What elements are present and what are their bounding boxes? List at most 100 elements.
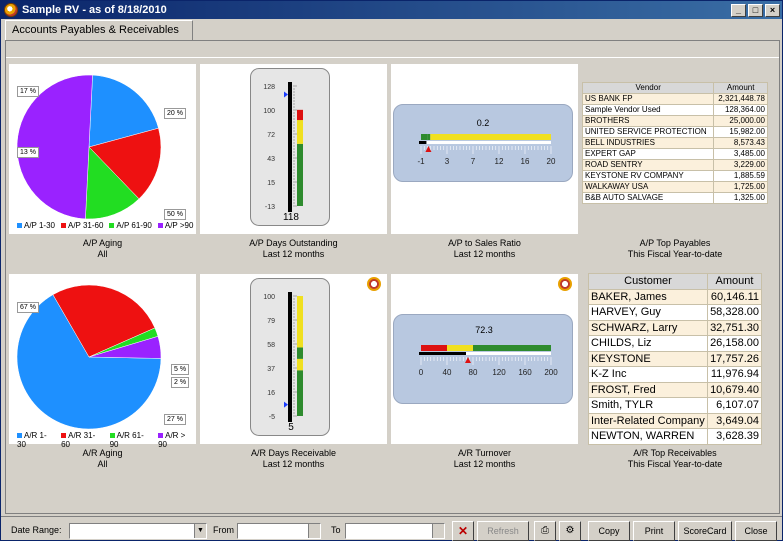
- ap-legend-1: A/P 1-30: [17, 221, 55, 230]
- drilldown-icon[interactable]: [367, 277, 381, 291]
- calendar-icon[interactable]: [308, 524, 320, 538]
- ar-days-card[interactable]: 100 79 58 37 16 -5 5: [200, 274, 387, 444]
- minimize-button[interactable]: _: [731, 3, 746, 17]
- scorecard-button[interactable]: ScoreCard: [678, 521, 732, 541]
- name-cell: CHILDS, Liz: [588, 335, 708, 352]
- name-cell: Sample Vendor Used: [581, 104, 715, 116]
- ap-ratio-value: 0.2: [476, 118, 490, 128]
- table-row[interactable]: ROAD SENTRY 3,229.00: [581, 159, 768, 171]
- calendar-icon[interactable]: [432, 524, 444, 538]
- column-header[interactable]: Amount: [706, 273, 763, 290]
- ar-days-caption: A/R Days Receivable Last 12 months: [250, 448, 337, 469]
- gauge-tick-label-2: 72: [267, 132, 275, 139]
- title-bar[interactable]: Sample RV - as of 8/18/2010 _ □ ×: [1, 1, 782, 19]
- ap-legend-3: A/P 61-90: [109, 221, 152, 230]
- chevron-down-icon[interactable]: ▼: [194, 524, 206, 538]
- amount-cell: 1,885.59: [713, 170, 768, 182]
- date-range-select[interactable]: ▼: [69, 523, 207, 539]
- table-row[interactable]: B&B AUTO SALVAGE 1,325.00: [581, 192, 768, 204]
- ap-label-31-60: 17 %: [17, 86, 39, 97]
- hgauge-track: [421, 141, 551, 144]
- ar-top-receivables-table[interactable]: Customer Amount BAKER, James 60,146.11 HARVE…: [588, 273, 763, 445]
- hgauge-tick-label-4: 160: [518, 368, 532, 377]
- hgauge-tick-label-3: 120: [492, 368, 506, 377]
- ar-legend-3: A/R 61-90: [109, 431, 144, 449]
- name-cell: KEYSTONE RV COMPANY: [581, 170, 715, 182]
- gauge-tick-label-5: -13: [265, 204, 275, 211]
- table-row[interactable]: K-Z Inc 11,976.94: [588, 366, 763, 383]
- ap-legend-2: A/P 31-60: [60, 221, 103, 230]
- table-row[interactable]: BELL INDUSTRIES 8,573.43: [581, 137, 768, 149]
- to-date-field[interactable]: [345, 523, 445, 539]
- settings-icon[interactable]: ⚙: [559, 521, 581, 541]
- ap-days-value: 118: [283, 212, 299, 223]
- ar-days-gauge: 100 79 58 37 16 -5: [263, 292, 303, 422]
- hgauge-band-0: [421, 134, 428, 140]
- table-row[interactable]: US BANK FP 2,321,448.78: [581, 93, 768, 105]
- print-button[interactable]: Print: [633, 521, 675, 541]
- hgauge-tick-label-5: 200: [544, 368, 558, 377]
- ap-days-card[interactable]: 128 100 72 43 15 -13 118: [200, 64, 387, 234]
- amount-cell: 11,976.94: [706, 366, 763, 383]
- app-logo-icon: [4, 3, 18, 17]
- amount-cell: 3,229.00: [713, 159, 768, 171]
- table-row[interactable]: Inter-Related Company 3,649.04: [588, 412, 763, 429]
- copy-button[interactable]: Copy: [588, 521, 630, 541]
- table-row[interactable]: KEYSTONE RV COMPANY 1,885.59: [581, 170, 768, 182]
- table-row[interactable]: CHILDS, Liz 26,158.00: [588, 335, 763, 352]
- ap-ratio-caption: A/P to Sales Ratio Last 12 months: [448, 238, 521, 259]
- hgauge-tick-label-4: 16: [521, 157, 530, 166]
- ap-top-payables-table[interactable]: Vendor Amount US BANK FP 2,321,448.78 Sample…: [581, 82, 768, 204]
- ap-aging-caption: A/P Aging All: [82, 238, 123, 259]
- name-cell: ROAD SENTRY: [581, 159, 715, 171]
- close-window-button[interactable]: ×: [765, 3, 780, 17]
- table-row[interactable]: UNITED SERVICE PROTECTION 15,982.00: [581, 126, 768, 138]
- name-cell: WALKAWAY USA: [581, 181, 715, 193]
- name-cell: KEYSTONE: [588, 350, 708, 367]
- hgauge-bar: [419, 141, 427, 144]
- ar-legend: A/R 1-30 A/R 31-60 A/R 61-90 A/R > 90: [17, 431, 196, 449]
- hgauge-tick-label-1: 40: [443, 368, 452, 377]
- table-row[interactable]: FROST, Fred 10,679.40: [588, 381, 763, 398]
- table-row[interactable]: EXPERT GAP 3,485.00: [581, 148, 768, 160]
- ap-ratio-card[interactable]: -1 3 7 12 16 20 0.2: [391, 64, 578, 234]
- column-header[interactable]: Customer: [588, 273, 708, 290]
- name-cell: UNITED SERVICE PROTECTION: [581, 126, 715, 138]
- table-row[interactable]: SCHWARZ, Larry 32,751.30: [588, 319, 763, 336]
- table-row[interactable]: NEWTON, WARREN 3,628.39: [588, 428, 763, 445]
- column-header[interactable]: Vendor: [581, 82, 715, 94]
- table-row[interactable]: BAKER, James 60,146.11: [588, 288, 763, 305]
- from-date-field[interactable]: [237, 523, 321, 539]
- table-row[interactable]: BROTHERS 25,000.00: [581, 115, 768, 127]
- amount-cell: 3,649.04: [706, 412, 763, 429]
- name-cell: Smith, TYLR: [588, 397, 708, 414]
- gauge-band-1: [297, 358, 303, 371]
- gauge-pointer: [284, 91, 288, 98]
- ar-label-61-90: 2 %: [171, 377, 190, 388]
- tab-accounts[interactable]: Accounts Payables & Receivables: [5, 20, 193, 41]
- gauge-tick-label-1: 100: [263, 108, 275, 115]
- export-icon[interactable]: ⎙: [534, 521, 556, 541]
- table-row[interactable]: Sample Vendor Used 128,364.00: [581, 104, 768, 116]
- ar-turnover-value: 72.3: [475, 325, 493, 335]
- drilldown-icon[interactable]: [558, 277, 572, 291]
- gauge-band-3: [297, 296, 303, 348]
- amount-cell: 60,146.11: [706, 288, 763, 305]
- dashboard-panel: 20 % 17 % 13 % 50 % A/P 1-30 A/P 31-60 A…: [5, 40, 780, 514]
- column-header[interactable]: Amount: [713, 82, 768, 94]
- ar-aging-card[interactable]: 67 % 27 % 2 % 5 % A/R 1-30 A/R 31-60 A/R…: [9, 274, 196, 449]
- table-row[interactable]: WALKAWAY USA 1,725.00: [581, 181, 768, 193]
- close-button[interactable]: Close: [735, 521, 777, 541]
- ap-aging-card[interactable]: 20 % 17 % 13 % 50 % A/P 1-30 A/P 31-60 A…: [9, 64, 196, 234]
- refresh-button[interactable]: Refresh: [477, 521, 529, 541]
- maximize-button[interactable]: □: [748, 3, 763, 17]
- ar-turnover-card[interactable]: 0 40 80 120 160 200 72.3: [391, 274, 578, 444]
- ar-label-31-60: 27 %: [164, 414, 186, 425]
- gauge-band-1: [297, 120, 303, 144]
- table-row[interactable]: HARVEY, Guy 58,328.00: [588, 304, 763, 321]
- name-cell: SCHWARZ, Larry: [588, 319, 708, 336]
- name-cell: FROST, Fred: [588, 381, 708, 398]
- table-row[interactable]: Smith, TYLR 6,107.07: [588, 397, 763, 414]
- clear-filter-button[interactable]: ✕: [452, 521, 474, 541]
- table-row[interactable]: KEYSTONE 17,757.26: [588, 350, 763, 367]
